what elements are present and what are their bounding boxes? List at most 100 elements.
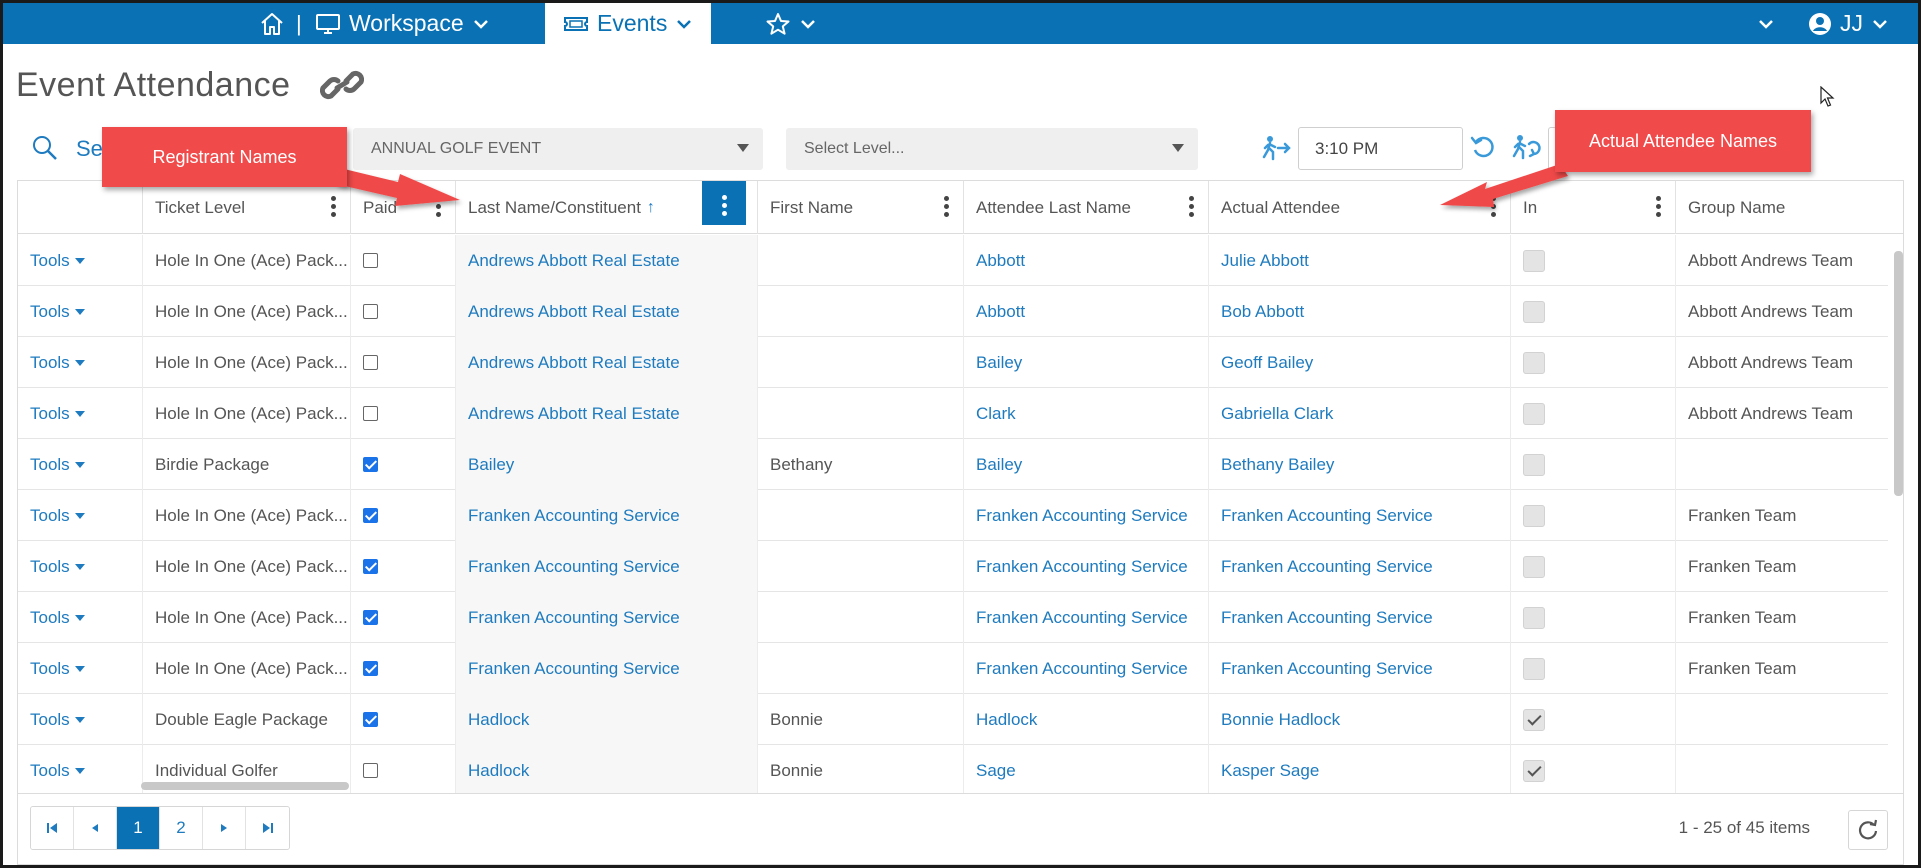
actual-attendee-link[interactable]: Franken Accounting Service: [1208, 541, 1510, 592]
page-1-button[interactable]: 1: [117, 807, 160, 849]
tools-menu-button[interactable]: Tools: [18, 643, 142, 694]
actual-attendee-link[interactable]: Franken Accounting Service: [1208, 592, 1510, 643]
actual-attendee-link[interactable]: Bethany Bailey: [1208, 439, 1510, 490]
header-paid[interactable]: Paid: [350, 181, 455, 234]
page-2-button[interactable]: 2: [160, 807, 203, 849]
tools-menu-button[interactable]: Tools: [18, 592, 142, 643]
attendee-last-name-link[interactable]: Bailey: [963, 439, 1208, 490]
workspace-menu[interactable]: Workspace: [315, 3, 490, 44]
attendee-last-name-link[interactable]: Abbott: [963, 286, 1208, 337]
checked-in-checkbox[interactable]: [1523, 249, 1545, 272]
copy-link-button[interactable]: [319, 67, 365, 108]
tools-menu-button[interactable]: Tools: [18, 490, 142, 541]
paid-checkbox[interactable]: [363, 508, 378, 523]
actual-attendee-link[interactable]: Geoff Bailey: [1208, 337, 1510, 388]
horizontal-scrollbar[interactable]: [141, 782, 349, 790]
checked-in-checkbox[interactable]: [1523, 606, 1545, 629]
paid-checkbox[interactable]: [363, 712, 378, 727]
constituent-link[interactable]: Franken Accounting Service: [455, 592, 757, 643]
actual-attendee-link[interactable]: Julie Abbott: [1208, 235, 1510, 286]
header-last-name[interactable]: Last Name/Constituent ↑: [455, 181, 757, 234]
column-menu-icon[interactable]: [435, 196, 441, 218]
attendee-last-name-link[interactable]: Franken Accounting Service: [963, 643, 1208, 694]
column-menu-icon[interactable]: [702, 181, 746, 225]
checked-in-checkbox[interactable]: [1523, 759, 1545, 782]
reset-time-icon[interactable]: [1470, 134, 1496, 165]
last-page-button[interactable]: [246, 807, 289, 849]
attendee-last-name-link[interactable]: Franken Accounting Service: [963, 490, 1208, 541]
constituent-link[interactable]: Hadlock: [455, 745, 757, 793]
constituent-link[interactable]: Hadlock: [455, 694, 757, 745]
paid-checkbox[interactable]: [363, 457, 378, 472]
actual-attendee-link[interactable]: Franken Accounting Service: [1208, 490, 1510, 541]
tools-menu-button[interactable]: Tools: [18, 337, 142, 388]
paid-checkbox[interactable]: [363, 304, 378, 319]
actual-attendee-link[interactable]: Bob Abbott: [1208, 286, 1510, 337]
attendee-last-name-link[interactable]: Franken Accounting Service: [963, 592, 1208, 643]
checked-in-checkbox[interactable]: [1523, 555, 1545, 578]
attendee-last-name-link[interactable]: Bailey: [963, 337, 1208, 388]
attendee-last-name-link[interactable]: Clark: [963, 388, 1208, 439]
actual-attendee-link[interactable]: Franken Accounting Service: [1208, 643, 1510, 694]
checked-in-checkbox[interactable]: [1523, 351, 1545, 374]
check-in-person-icon[interactable]: [1262, 135, 1292, 166]
header-in[interactable]: In: [1510, 181, 1675, 234]
constituent-link[interactable]: Andrews Abbott Real Estate: [455, 388, 757, 439]
checked-in-checkbox[interactable]: [1523, 300, 1545, 323]
checked-in-checkbox[interactable]: [1523, 657, 1545, 680]
vertical-scrollbar[interactable]: [1894, 251, 1903, 496]
favorites-menu[interactable]: [765, 3, 817, 44]
tools-menu-button[interactable]: Tools: [18, 694, 142, 745]
constituent-link[interactable]: Andrews Abbott Real Estate: [455, 337, 757, 388]
header-group-name[interactable]: Group Name: [1675, 181, 1903, 234]
refresh-button[interactable]: [1848, 810, 1888, 850]
tools-menu-button[interactable]: Tools: [18, 541, 142, 592]
constituent-link[interactable]: Bailey: [455, 439, 757, 490]
constituent-link[interactable]: Franken Accounting Service: [455, 490, 757, 541]
paid-checkbox[interactable]: [363, 763, 378, 778]
constituent-link[interactable]: Andrews Abbott Real Estate: [455, 286, 757, 337]
attendee-last-name-link[interactable]: Abbott: [963, 235, 1208, 286]
paid-checkbox[interactable]: [363, 406, 378, 421]
actual-attendee-link[interactable]: Gabriella Clark: [1208, 388, 1510, 439]
constituent-link[interactable]: Andrews Abbott Real Estate: [455, 235, 757, 286]
paid-checkbox[interactable]: [363, 661, 378, 676]
checked-in-checkbox[interactable]: [1523, 708, 1545, 731]
actual-attendee-link[interactable]: Kasper Sage: [1208, 745, 1510, 793]
tools-menu-button[interactable]: Tools: [18, 388, 142, 439]
search-icon[interactable]: [32, 135, 58, 166]
tools-menu-button[interactable]: Tools: [18, 439, 142, 490]
checked-in-checkbox[interactable]: [1523, 504, 1545, 527]
column-menu-icon[interactable]: [943, 196, 949, 218]
paid-checkbox[interactable]: [363, 253, 378, 268]
user-menu[interactable]: JJ: [1808, 3, 1889, 44]
header-actual-attendee[interactable]: Actual Attendee: [1208, 181, 1510, 234]
attendee-last-name-link[interactable]: Franken Accounting Service: [963, 541, 1208, 592]
check-in-time-input[interactable]: 3:10 PM: [1298, 127, 1463, 170]
level-select[interactable]: Select Level...: [786, 128, 1198, 170]
paid-checkbox[interactable]: [363, 559, 378, 574]
attendee-last-name-link[interactable]: Hadlock: [963, 694, 1208, 745]
checked-in-checkbox[interactable]: [1523, 453, 1545, 476]
column-menu-icon[interactable]: [1490, 196, 1496, 218]
home-button[interactable]: [259, 3, 285, 44]
search-label[interactable]: Se: [76, 136, 103, 162]
events-menu[interactable]: Events: [545, 3, 712, 44]
first-page-button[interactable]: [31, 807, 74, 849]
event-select[interactable]: ANNUAL GOLF EVENT: [353, 128, 763, 170]
column-menu-icon[interactable]: [1188, 196, 1194, 218]
next-page-button[interactable]: [203, 807, 246, 849]
checked-in-checkbox[interactable]: [1523, 402, 1545, 425]
more-menu[interactable]: [1757, 3, 1775, 44]
header-first-name[interactable]: First Name: [757, 181, 963, 234]
tools-menu-button[interactable]: Tools: [18, 745, 142, 793]
prev-page-button[interactable]: [74, 807, 117, 849]
attendee-last-name-link[interactable]: Sage: [963, 745, 1208, 793]
tools-menu-button[interactable]: Tools: [18, 235, 142, 286]
constituent-link[interactable]: Franken Accounting Service: [455, 541, 757, 592]
header-attendee-last-name[interactable]: Attendee Last Name: [963, 181, 1208, 234]
paid-checkbox[interactable]: [363, 610, 378, 625]
check-out-person-icon[interactable]: [1512, 134, 1546, 167]
tools-menu-button[interactable]: Tools: [18, 286, 142, 337]
paid-checkbox[interactable]: [363, 355, 378, 370]
